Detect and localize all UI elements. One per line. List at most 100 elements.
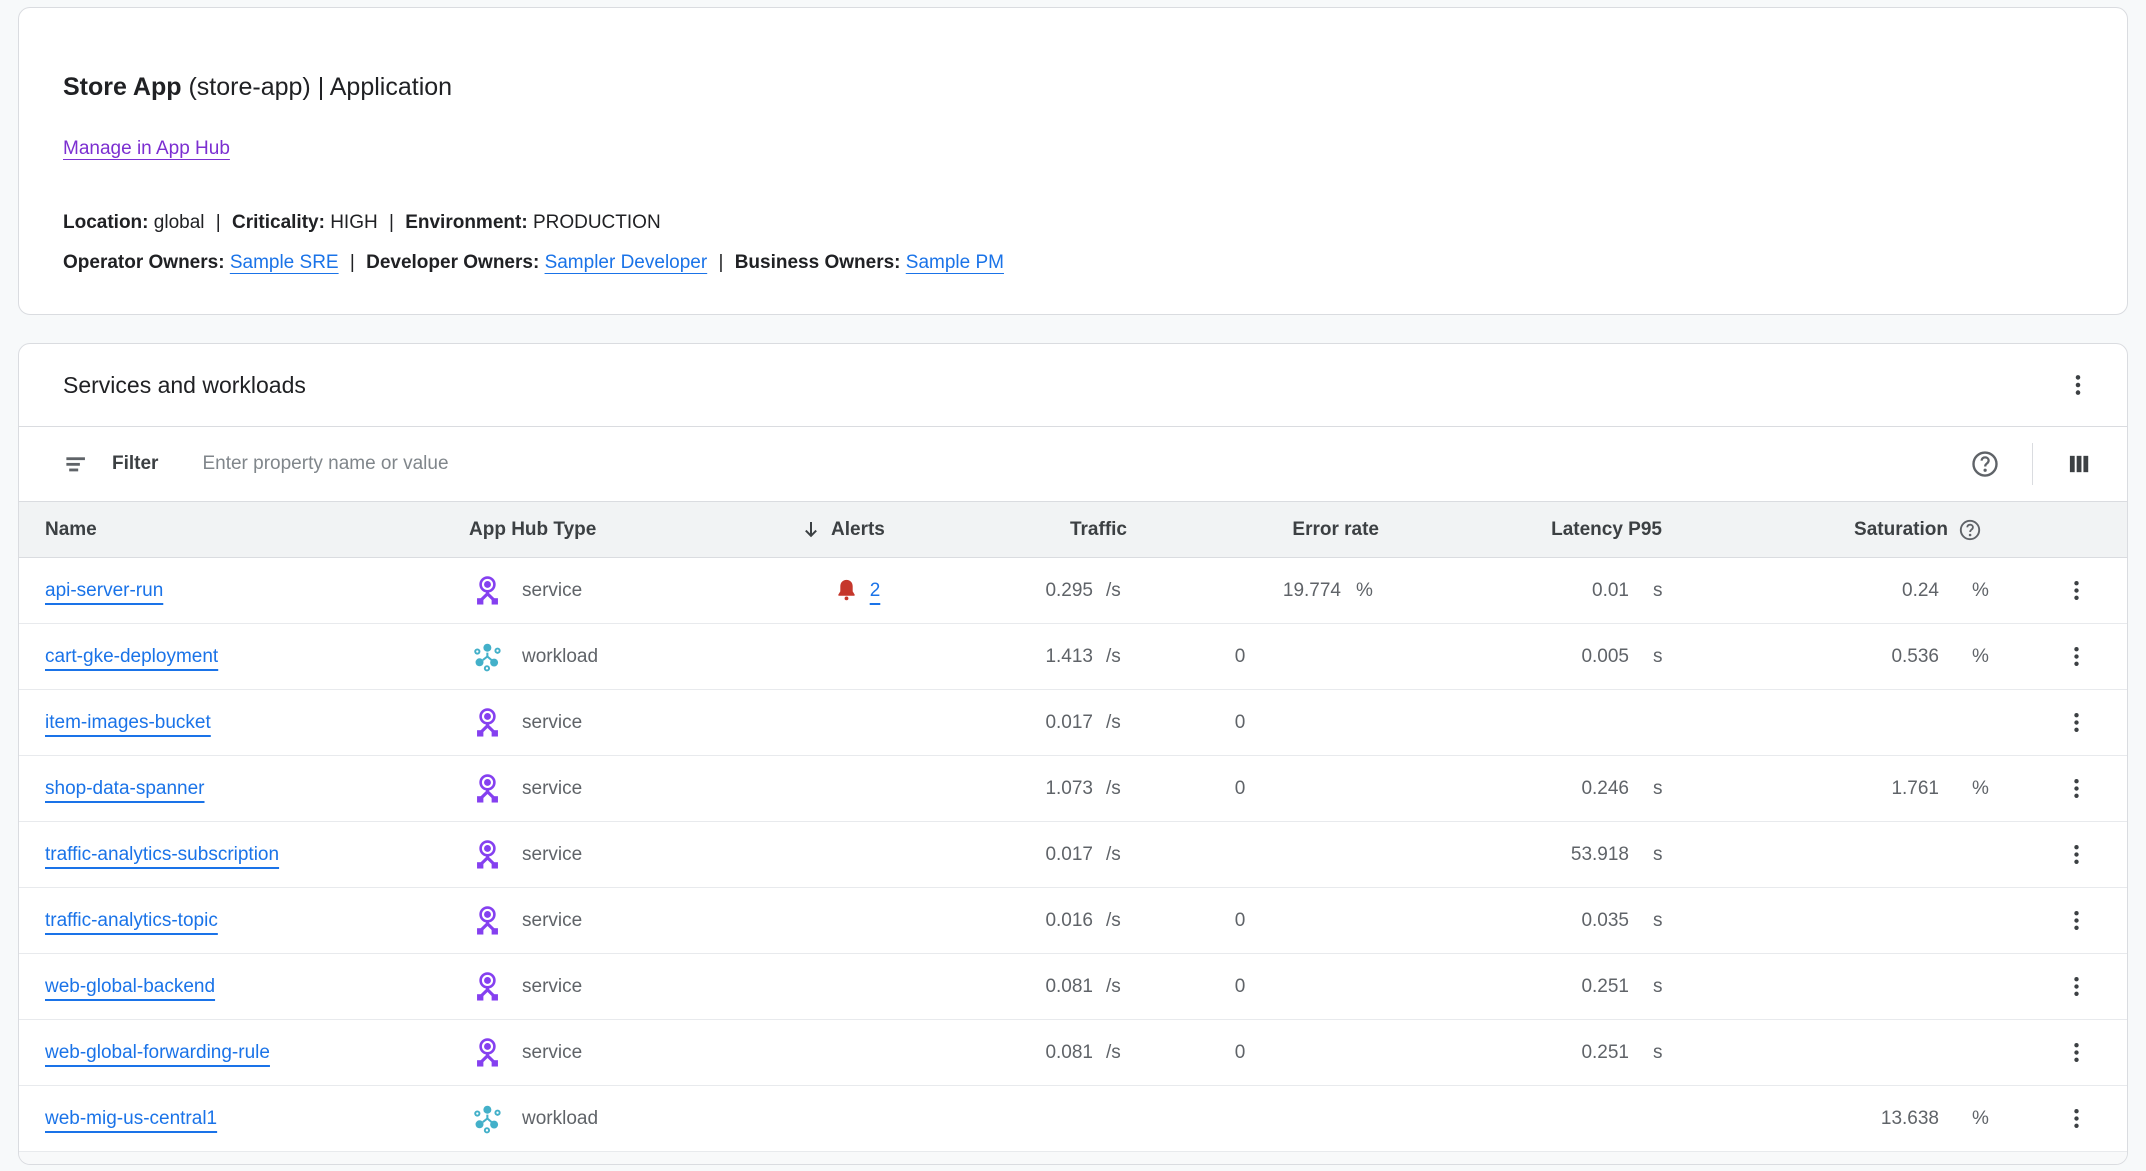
saturation-cell: 0.536% xyxy=(1674,646,1994,668)
criticality-label: Criticality: xyxy=(232,212,325,233)
row-actions-button[interactable] xyxy=(2058,770,2095,807)
environment-value: PRODUCTION xyxy=(533,212,661,233)
latency-cell: 0.246s xyxy=(1391,778,1674,800)
row-actions-button[interactable] xyxy=(2058,836,2095,873)
saturation-cell: 13.638% xyxy=(1674,1108,1994,1130)
column-header-latency-p95[interactable]: Latency P95 xyxy=(1391,519,1674,541)
saturation-help-icon[interactable] xyxy=(1958,518,1982,542)
column-header-error-rate[interactable]: Error rate xyxy=(1139,519,1391,541)
traffic-cell: 0.081/s xyxy=(934,976,1139,998)
table-footer xyxy=(19,1152,2127,1164)
column-header-alerts[interactable]: Alerts xyxy=(779,518,934,542)
traffic-cell: 0.016/s xyxy=(934,910,1139,932)
column-header-app-hub-type[interactable]: App Hub Type xyxy=(469,519,779,541)
alert-bell-icon xyxy=(833,577,860,604)
table-row: cart-gke-deployment workload 1.413/s 0 0… xyxy=(19,624,2127,690)
criticality-value: HIGH xyxy=(330,212,378,233)
table-row: shop-data-spanner service 1.073/s 0 0.24… xyxy=(19,756,2127,822)
panel-title: Services and workloads xyxy=(63,372,2059,399)
error-rate-cell: 0 xyxy=(1139,1042,1391,1064)
saturation-cell: 0.24% xyxy=(1674,580,1994,602)
error-rate-cell: 0 xyxy=(1139,646,1391,668)
table-row: web-global-backend service 0.081/s 0 0.2… xyxy=(19,954,2127,1020)
table-row: web-global-forwarding-rule service 0.081… xyxy=(19,1020,2127,1086)
app-hub-type-label: service xyxy=(522,712,582,734)
filter-bar: Filter xyxy=(19,426,2127,501)
service-icon xyxy=(471,772,504,805)
table-row: api-server-run service 2 0.295/s 19.774%… xyxy=(19,558,2127,624)
traffic-cell: 0.017/s xyxy=(934,844,1139,866)
filter-label: Filter xyxy=(112,453,158,475)
service-icon xyxy=(471,1036,504,1069)
separator: | xyxy=(210,212,227,233)
filter-icon xyxy=(63,451,90,478)
kebab-menu-icon xyxy=(2064,1106,2089,1131)
app-hub-type-label: workload xyxy=(522,1108,598,1130)
latency-cell: 0.251s xyxy=(1391,1042,1674,1064)
row-actions-button[interactable] xyxy=(2058,1034,2095,1071)
service-name-link[interactable]: api-server-run xyxy=(45,580,163,602)
alert-count-link[interactable]: 2 xyxy=(870,580,881,602)
developer-owners-label: Developer Owners: xyxy=(366,252,539,273)
latency-cell: 0.005s xyxy=(1391,646,1674,668)
table-row: traffic-analytics-subscription service 0… xyxy=(19,822,2127,888)
separator: | xyxy=(712,252,729,273)
traffic-cell: 0.081/s xyxy=(934,1042,1139,1064)
question-circle-icon xyxy=(1970,449,2000,479)
service-name-link[interactable]: traffic-analytics-subscription xyxy=(45,844,279,866)
column-header-saturation[interactable]: Saturation xyxy=(1674,518,1994,542)
app-hub-type-label: service xyxy=(522,778,582,800)
app-owners-line: Operator Owners: Sample SRE | Developer … xyxy=(63,248,2083,278)
error-rate-cell: 0 xyxy=(1139,712,1391,734)
separator: | xyxy=(383,212,400,233)
operator-owners-label: Operator Owners: xyxy=(63,252,225,273)
location-value: global xyxy=(154,212,205,233)
row-actions-button[interactable] xyxy=(2058,1100,2095,1137)
developer-owner-link[interactable]: Sampler Developer xyxy=(545,252,708,273)
app-title-suffix: (store-app) | Application xyxy=(182,73,453,101)
app-attributes-line: Location: global | Criticality: HIGH | E… xyxy=(63,208,2083,238)
latency-cell: 0.01s xyxy=(1391,580,1674,602)
kebab-menu-icon xyxy=(2064,776,2089,801)
latency-cell: 0.035s xyxy=(1391,910,1674,932)
service-icon xyxy=(471,970,504,1003)
filter-help-button[interactable] xyxy=(1964,443,2006,485)
service-name-link[interactable]: web-global-backend xyxy=(45,976,215,998)
error-rate-cell: 0 xyxy=(1139,778,1391,800)
row-actions-button[interactable] xyxy=(2058,704,2095,741)
service-icon xyxy=(471,904,504,937)
row-actions-button[interactable] xyxy=(2058,902,2095,939)
row-actions-button[interactable] xyxy=(2058,572,2095,609)
app-hub-type-label: workload xyxy=(522,646,598,668)
panel-overflow-menu-button[interactable] xyxy=(2059,366,2097,404)
separator: | xyxy=(344,252,361,273)
traffic-cell: 0.017/s xyxy=(934,712,1139,734)
service-icon xyxy=(471,838,504,871)
business-owners-label: Business Owners: xyxy=(735,252,901,273)
service-name-link[interactable]: cart-gke-deployment xyxy=(45,646,218,668)
manage-in-app-hub-link[interactable]: Manage in App Hub xyxy=(63,138,230,159)
filter-input[interactable] xyxy=(200,452,1964,476)
service-name-link[interactable]: traffic-analytics-topic xyxy=(45,910,218,932)
service-name-link[interactable]: shop-data-spanner xyxy=(45,778,205,800)
operator-owner-link[interactable]: Sample SRE xyxy=(230,252,339,273)
row-actions-button[interactable] xyxy=(2058,638,2095,675)
service-name-link[interactable]: web-global-forwarding-rule xyxy=(45,1042,270,1064)
kebab-menu-icon xyxy=(2065,372,2091,398)
sort-descending-icon xyxy=(799,518,823,542)
service-name-link[interactable]: web-mig-us-central1 xyxy=(45,1108,217,1130)
row-actions-button[interactable] xyxy=(2058,968,2095,1005)
column-display-options-button[interactable] xyxy=(2059,444,2099,484)
kebab-menu-icon xyxy=(2064,974,2089,999)
app-name: Store App xyxy=(63,73,182,101)
service-name-link[interactable]: item-images-bucket xyxy=(45,712,211,734)
workload-icon xyxy=(471,1102,504,1135)
app-hub-type-label: service xyxy=(522,1042,582,1064)
traffic-cell: 1.073/s xyxy=(934,778,1139,800)
column-header-traffic[interactable]: Traffic xyxy=(934,519,1139,541)
column-header-name[interactable]: Name xyxy=(19,519,469,541)
saturation-cell: 1.761% xyxy=(1674,778,1994,800)
kebab-menu-icon xyxy=(2064,710,2089,735)
application-summary-card: Store App (store-app) | Application Mana… xyxy=(18,7,2128,315)
business-owner-link[interactable]: Sample PM xyxy=(906,252,1004,273)
